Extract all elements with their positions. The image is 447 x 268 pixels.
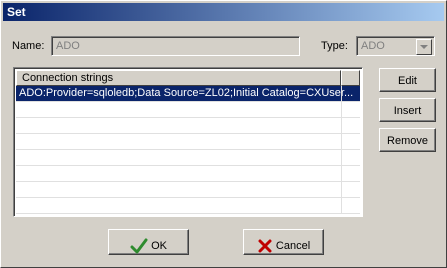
list-item-empty	[16, 198, 360, 214]
remove-button-label: Remove	[387, 135, 428, 147]
set-dialog: Set Name: ADO Type: ADO Connection strin…	[0, 0, 447, 268]
cancel-button[interactable]: Cancel	[243, 229, 324, 255]
list-item-empty	[16, 134, 360, 150]
insert-button-label: Insert	[393, 105, 422, 117]
type-select[interactable]: ADO	[356, 36, 435, 56]
close-icon	[258, 239, 272, 253]
list-item[interactable]: ADO:Provider=sqloledb;Data Source=ZL02;I…	[16, 86, 360, 102]
list-item-empty	[16, 150, 360, 166]
type-value: ADO	[361, 40, 385, 52]
window-title: Set	[7, 5, 26, 19]
cancel-button-label: Cancel	[275, 239, 311, 252]
list-item-empty	[16, 166, 360, 182]
list-item-empty	[16, 102, 360, 118]
title-bar[interactable]: Set	[3, 3, 444, 21]
list-item-empty	[16, 182, 360, 198]
list-item-empty	[16, 118, 360, 134]
edit-button[interactable]: Edit	[379, 68, 436, 92]
remove-button[interactable]: Remove	[379, 128, 436, 152]
name-label: Name:	[12, 40, 45, 52]
ok-button[interactable]: OK	[108, 229, 189, 255]
type-dropdown-button[interactable]	[416, 39, 432, 55]
connection-strings-list[interactable]: Connection strings ADO:Provider=sqloledb…	[13, 67, 363, 217]
ok-button-label: OK	[151, 239, 167, 252]
column-header-connection-strings[interactable]: Connection strings	[16, 70, 341, 86]
name-input[interactable]: ADO	[51, 36, 300, 56]
list-item-text: ADO:Provider=sqloledb;Data Source=ZL02;I…	[19, 87, 354, 99]
check-icon	[130, 238, 148, 254]
name-value: ADO	[56, 40, 80, 52]
type-label: Type:	[321, 40, 348, 52]
edit-button-label: Edit	[398, 75, 417, 87]
chevron-down-icon	[420, 45, 428, 49]
column-divider	[341, 86, 342, 214]
insert-button[interactable]: Insert	[379, 98, 436, 122]
column-header-label: Connection strings	[22, 72, 114, 84]
column-header-spare	[341, 70, 360, 86]
